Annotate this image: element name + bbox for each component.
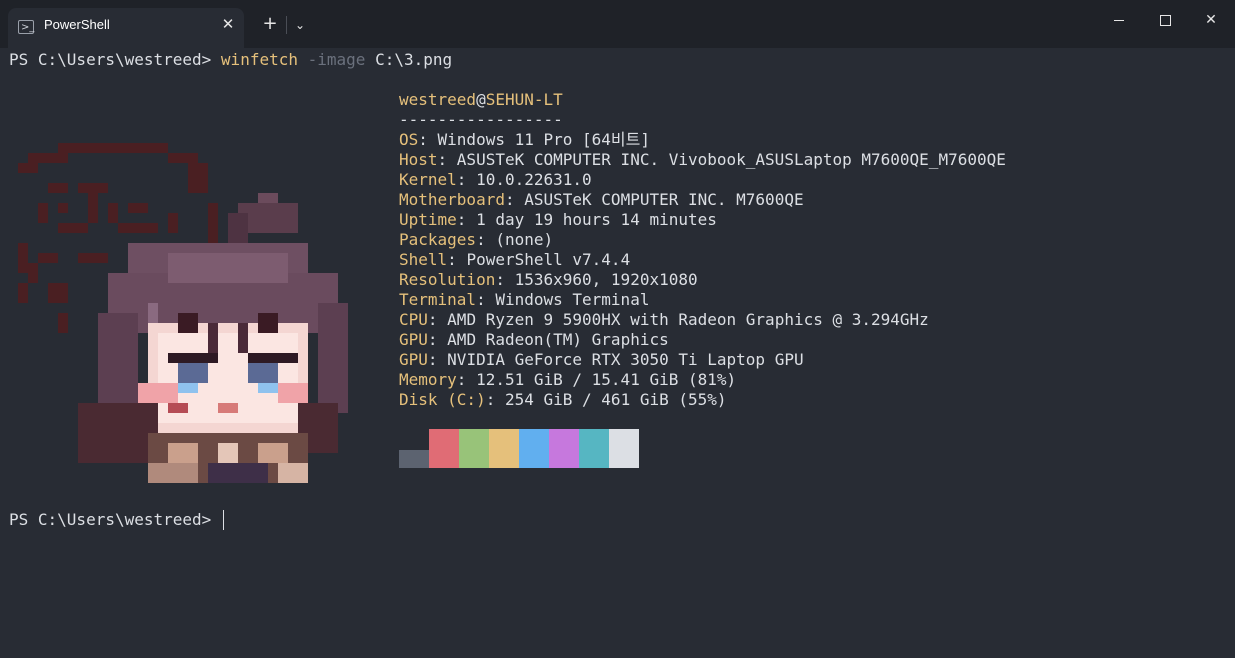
tab-close-icon[interactable]: ✕ [218,14,238,34]
command-name: winfetch [220,50,298,69]
color-swatch [429,429,459,468]
close-window-button[interactable]: ✕ [1188,0,1234,40]
separator-line: ----------------- [399,110,563,129]
info-key: GPU [399,350,428,369]
minimize-icon [1114,19,1124,21]
info-key: Shell [399,250,448,269]
text-cursor [222,510,224,530]
info-key: Motherboard [399,190,505,209]
prompt-text: PS C:\Users\westreed> [9,510,221,529]
info-key: Memory [399,370,457,389]
color-swatch [489,429,519,468]
info-sep: : [456,370,477,389]
info-value: 12.51 GiB / 15.41 GiB (81%) [476,370,737,389]
color-swatch [519,429,549,468]
new-tab-button[interactable]: + [258,14,282,36]
info-value: 1536x960, 1920x1080 [514,270,698,289]
info-sep: : [418,130,438,149]
maximize-icon [1159,14,1171,26]
info-sep: : [476,290,496,309]
info-sep: : [456,170,477,189]
powershell-icon: >_ [18,20,34,34]
close-icon: ✕ [1205,12,1217,28]
info-value: AMD Radeon(TM) Graphics [447,330,669,349]
user-host-line: westreed@SEHUN-LT [399,90,563,110]
prompt-line: PS C:\Users\westreed> [9,510,224,530]
info-row: Packages: (none) [399,230,553,250]
info-key: Resolution [399,270,496,289]
color-swatch [459,429,489,468]
info-row: Motherboard: ASUSTeK COMPUTER INC. M7600… [399,190,804,210]
info-row: CPU: AMD Ryzen 9 5900HX with Radeon Grap… [399,310,929,330]
info-row: Host: ASUSTeK COMPUTER INC. Vivobook_ASU… [399,150,1006,170]
info-row: Resolution: 1536x960, 1920x1080 [399,270,698,290]
info-sep: : [427,310,448,329]
info-sep: : [485,390,505,409]
info-row: Kernel: 10.0.22631.0 [399,170,592,190]
pixel-art-image [18,143,348,483]
hostname: SEHUN-LT [485,90,563,109]
info-sep: : [495,270,515,289]
color-swatch [609,429,639,468]
command-line: PS C:\Users\westreed> winfetch -image C:… [9,50,452,70]
info-value: ASUSTeK COMPUTER INC. M7600QE [524,190,804,209]
info-row: Uptime: 1 day 19 hours 14 minutes [399,210,717,230]
command-param: -image [307,50,366,69]
title-bar: >_ PowerShell ✕ + ⌄ ✕ [0,0,1235,48]
info-row: OS: Windows 11 Pro [64비트] [399,130,650,150]
info-value: 254 GiB / 461 GiB (55%) [504,390,727,409]
info-row: Memory: 12.51 GiB / 15.41 GiB (81%) [399,370,736,390]
info-value: NVIDIA GeForce RTX 3050 Ti Laptop GPU [447,350,804,369]
color-swatch [549,429,579,468]
minimize-button[interactable] [1096,0,1142,40]
color-swatch [399,450,429,468]
info-key: Packages [399,230,477,249]
info-sep: : [447,250,467,269]
info-value: (none) [495,230,554,249]
info-key: CPU [399,310,428,329]
info-sep: : [476,230,496,249]
info-value: ASUSTeK COMPUTER INC. Vivobook_ASUSLapto… [456,150,1006,169]
info-row: GPU: NVIDIA GeForce RTX 3050 Ti Laptop G… [399,350,804,370]
color-swatch [579,429,609,468]
info-value: 1 day 19 hours 14 minutes [476,210,717,229]
info-value: PowerShell v7.4.4 [466,250,631,269]
prompt-text: PS C:\Users\westreed> [9,50,221,69]
info-key: GPU [399,330,428,349]
info-sep: : [427,350,448,369]
info-sep: : [437,150,457,169]
info-key: Kernel [399,170,457,189]
info-sep: : [427,330,448,349]
info-value: AMD Ryzen 9 5900HX with Radeon Graphics … [447,310,929,329]
info-row: Shell: PowerShell v7.4.4 [399,250,630,270]
info-sep: : [456,210,477,229]
info-key: OS [399,130,419,149]
terminal-window: >_ PowerShell ✕ + ⌄ ✕ PS C:\Users\westre… [0,0,1235,658]
info-row: Terminal: Windows Terminal [399,290,649,310]
info-row: Disk (C:): 254 GiB / 461 GiB (55%) [399,390,727,410]
tab-divider [286,16,287,34]
terminal-output[interactable]: PS C:\Users\westreed> winfetch -image C:… [0,48,1235,658]
tab-title: PowerShell [44,17,110,32]
maximize-button[interactable] [1142,0,1188,40]
info-key: Uptime [399,210,457,229]
info-value: Windows Terminal [495,290,650,309]
info-key: Disk (C:) [399,390,486,409]
username: westreed [399,90,477,109]
tab-powershell[interactable]: >_ PowerShell ✕ [8,8,244,48]
info-row: GPU: AMD Radeon(TM) Graphics [399,330,669,350]
info-key: Terminal [399,290,477,309]
at-sign: @ [476,90,486,109]
info-value: Windows 11 Pro [64비트] [437,130,650,149]
command-arg: C:\3.png [375,50,453,69]
dropdown-chevron-icon[interactable]: ⌄ [290,16,310,34]
info-value: 10.0.22631.0 [476,170,592,189]
info-key: Host [399,150,438,169]
info-sep: : [504,190,525,209]
